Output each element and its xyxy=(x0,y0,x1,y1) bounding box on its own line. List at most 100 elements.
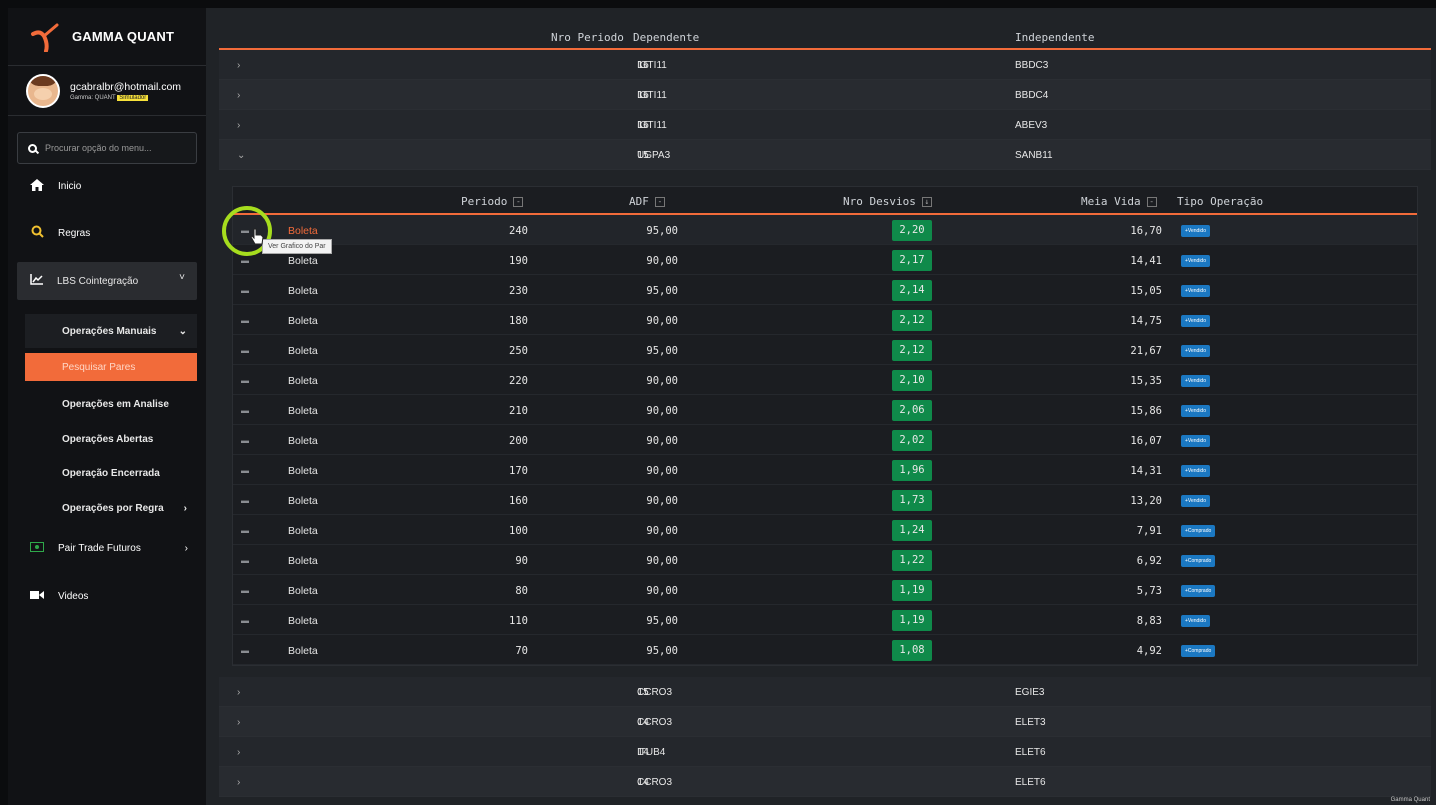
detail-row[interactable]: ▬ Boleta 100 90,00 1,24 7,91 +Comprado xyxy=(233,515,1417,545)
tipo-operacao-badge[interactable]: +Vendido xyxy=(1181,615,1210,627)
detail-row[interactable]: ▬ Boleta 210 90,00 2,06 15,86 +Vendido xyxy=(233,395,1417,425)
tipo-operacao-badge[interactable]: +Vendido xyxy=(1181,495,1210,507)
detail-row[interactable]: ▬ Boleta 80 90,00 1,19 5,73 +Comprado xyxy=(233,575,1417,605)
table-row[interactable]: ⌄ 15 UGPA3 SANB11 xyxy=(219,140,1431,170)
menu-item-em-analise[interactable]: Operações em Analise xyxy=(25,390,197,418)
tipo-operacao-badge[interactable]: +Vendido xyxy=(1181,435,1210,447)
brand[interactable]: GAMMA QUANT xyxy=(8,8,206,66)
detail-row[interactable]: ▬ Boleta 190 90,00 2,17 14,41 +Vendido xyxy=(233,245,1417,275)
tipo-operacao-badge[interactable]: +Comprado xyxy=(1181,645,1216,657)
sort-icon[interactable]: - xyxy=(654,197,665,207)
tipo-operacao-badge[interactable]: +Comprado xyxy=(1181,555,1216,567)
tipo-operacao-badge[interactable]: +Vendido xyxy=(1181,345,1210,357)
chevron-right-icon[interactable]: › xyxy=(237,90,240,101)
menu-item-pair-trade[interactable]: Pair Trade Futuros › xyxy=(8,534,206,562)
tipo-operacao-badge[interactable]: +Vendido xyxy=(1181,465,1210,477)
header-nro-periodo[interactable]: Nro Periodo xyxy=(551,31,624,44)
tipo-operacao-badge[interactable]: +Vendido xyxy=(1181,315,1210,327)
detail-row[interactable]: ▬ Boleta 220 90,00 2,10 15,35 +Vendido xyxy=(233,365,1417,395)
table-row[interactable]: › 16 IGTI11 BBDC4 xyxy=(219,80,1431,110)
detail-row[interactable]: ▬ Boleta 250 95,00 2,12 21,67 +Vendido xyxy=(233,335,1417,365)
sort-desc-icon[interactable]: ↓ xyxy=(921,197,932,207)
detail-row[interactable]: ▬ Boleta 170 90,00 1,96 14,31 +Vendido xyxy=(233,455,1417,485)
chart-icon[interactable]: ▬ xyxy=(241,586,250,595)
boleta-link[interactable]: Boleta xyxy=(288,555,318,567)
detail-row[interactable]: ▬ Boleta 90 90,00 1,22 6,92 +Comprado xyxy=(233,545,1417,575)
menu-item-lbs[interactable]: LBS Cointegração ˅ xyxy=(17,262,197,300)
header-nro-desvios[interactable]: Nro Desvios ↓ xyxy=(843,195,932,208)
menu-item-inicio[interactable]: Inicio xyxy=(8,172,206,200)
header-meia-vida[interactable]: Meia Vida - xyxy=(1081,195,1157,208)
detail-row[interactable]: ▬ Boleta 240 95,00 2,20 16,70 +Vendido xyxy=(233,215,1417,245)
table-row[interactable]: › 14 CCRO3 ELET3 xyxy=(219,707,1431,737)
sort-icon[interactable]: - xyxy=(513,197,524,207)
tipo-operacao-badge[interactable]: +Vendido xyxy=(1181,285,1210,297)
boleta-link[interactable]: Boleta xyxy=(288,285,318,297)
boleta-link[interactable]: Boleta xyxy=(288,225,318,237)
user-panel[interactable]: gcabralbr@hotmail.com Gamma: QUANT Simul… xyxy=(8,66,206,116)
menu-item-regras[interactable]: Regras xyxy=(8,219,206,247)
menu-item-por-regra[interactable]: Operações por Regra › xyxy=(25,494,197,522)
table-row[interactable]: › 14 CCRO3 ELET6 xyxy=(219,767,1431,797)
chevron-right-icon[interactable]: › xyxy=(237,717,240,728)
table-row[interactable]: › 16 IGTI11 ABEV3 xyxy=(219,110,1431,140)
detail-row[interactable]: ▬ Boleta 110 95,00 1,19 8,83 +Vendido xyxy=(233,605,1417,635)
chart-icon[interactable]: ▬ xyxy=(241,466,250,475)
menu-search[interactable] xyxy=(17,132,197,164)
tipo-operacao-badge[interactable]: +Comprado xyxy=(1181,585,1216,597)
table-row[interactable]: › 14 ITUB4 ELET6 xyxy=(219,737,1431,767)
chart-icon[interactable]: ▬ xyxy=(241,436,250,445)
detail-row[interactable]: ▬ Boleta 230 95,00 2,14 15,05 +Vendido xyxy=(233,275,1417,305)
tipo-operacao-badge[interactable]: +Vendido xyxy=(1181,225,1210,237)
tipo-operacao-badge[interactable]: +Comprado xyxy=(1181,525,1216,537)
boleta-link[interactable]: Boleta xyxy=(288,435,318,447)
chart-icon[interactable]: ▬ xyxy=(241,616,250,625)
chevron-right-icon[interactable]: › xyxy=(237,60,240,71)
chevron-right-icon[interactable]: › xyxy=(237,120,240,131)
chevron-right-icon[interactable]: › xyxy=(237,687,240,698)
boleta-link[interactable]: Boleta xyxy=(288,315,318,327)
search-input[interactable] xyxy=(45,143,185,153)
header-dependente[interactable]: Dependente xyxy=(633,31,699,44)
chart-icon[interactable]: ▬ xyxy=(241,556,250,565)
boleta-link[interactable]: Boleta xyxy=(288,525,318,537)
header-periodo[interactable]: Periodo - xyxy=(461,195,524,208)
chart-icon[interactable]: ▬ xyxy=(241,646,250,655)
chart-icon[interactable]: ▬ xyxy=(241,496,250,505)
menu-item-operacoes-manuais[interactable]: Operações Manuais ⌄ xyxy=(25,314,197,348)
tipo-operacao-badge[interactable]: +Vendido xyxy=(1181,405,1210,417)
chart-icon[interactable]: ▬ xyxy=(241,286,250,295)
detail-row[interactable]: ▬ Boleta 70 95,00 1,08 4,92 +Comprado xyxy=(233,635,1417,665)
chart-icon[interactable]: ▬ xyxy=(241,406,250,415)
detail-row[interactable]: ▬ Boleta 200 90,00 2,02 16,07 +Vendido xyxy=(233,425,1417,455)
chart-icon[interactable]: ▬ xyxy=(241,316,250,325)
boleta-link[interactable]: Boleta xyxy=(288,645,318,657)
tipo-operacao-badge[interactable]: +Vendido xyxy=(1181,375,1210,387)
boleta-link[interactable]: Boleta xyxy=(288,465,318,477)
menu-item-abertas[interactable]: Operações Abertas xyxy=(25,425,197,453)
chart-icon[interactable]: ▬ xyxy=(241,526,250,535)
boleta-link[interactable]: Boleta xyxy=(288,375,318,387)
table-row[interactable]: › 16 IGTI11 BBDC3 xyxy=(219,50,1431,80)
chart-icon[interactable]: ▬ xyxy=(241,346,250,355)
chevron-right-icon[interactable]: › xyxy=(237,747,240,758)
boleta-link[interactable]: Boleta xyxy=(288,345,318,357)
header-tipo-operacao[interactable]: Tipo Operação xyxy=(1177,195,1263,208)
chevron-right-icon[interactable]: › xyxy=(237,777,240,788)
table-row[interactable]: › 15 CCRO3 EGIE3 xyxy=(219,677,1431,707)
menu-item-videos[interactable]: Videos xyxy=(8,582,206,610)
detail-row[interactable]: ▬ Boleta 160 90,00 1,73 13,20 +Vendido xyxy=(233,485,1417,515)
menu-item-pesquisar-pares[interactable]: Pesquisar Pares xyxy=(25,353,197,381)
boleta-link[interactable]: Boleta xyxy=(288,615,318,627)
header-adf[interactable]: ADF - xyxy=(629,195,665,208)
boleta-link[interactable]: Boleta xyxy=(288,585,318,597)
tipo-operacao-badge[interactable]: +Vendido xyxy=(1181,255,1210,267)
header-independente[interactable]: Independente xyxy=(1015,31,1094,44)
detail-row[interactable]: ▬ Boleta 180 90,00 2,12 14,75 +Vendido xyxy=(233,305,1417,335)
boleta-link[interactable]: Boleta xyxy=(288,495,318,507)
boleta-link[interactable]: Boleta xyxy=(288,405,318,417)
chart-icon[interactable]: ▬ xyxy=(241,256,250,265)
sort-icon[interactable]: - xyxy=(1146,197,1157,207)
chart-icon[interactable]: ▬ xyxy=(241,376,250,385)
menu-item-encerrada[interactable]: Operação Encerrada xyxy=(25,459,197,487)
